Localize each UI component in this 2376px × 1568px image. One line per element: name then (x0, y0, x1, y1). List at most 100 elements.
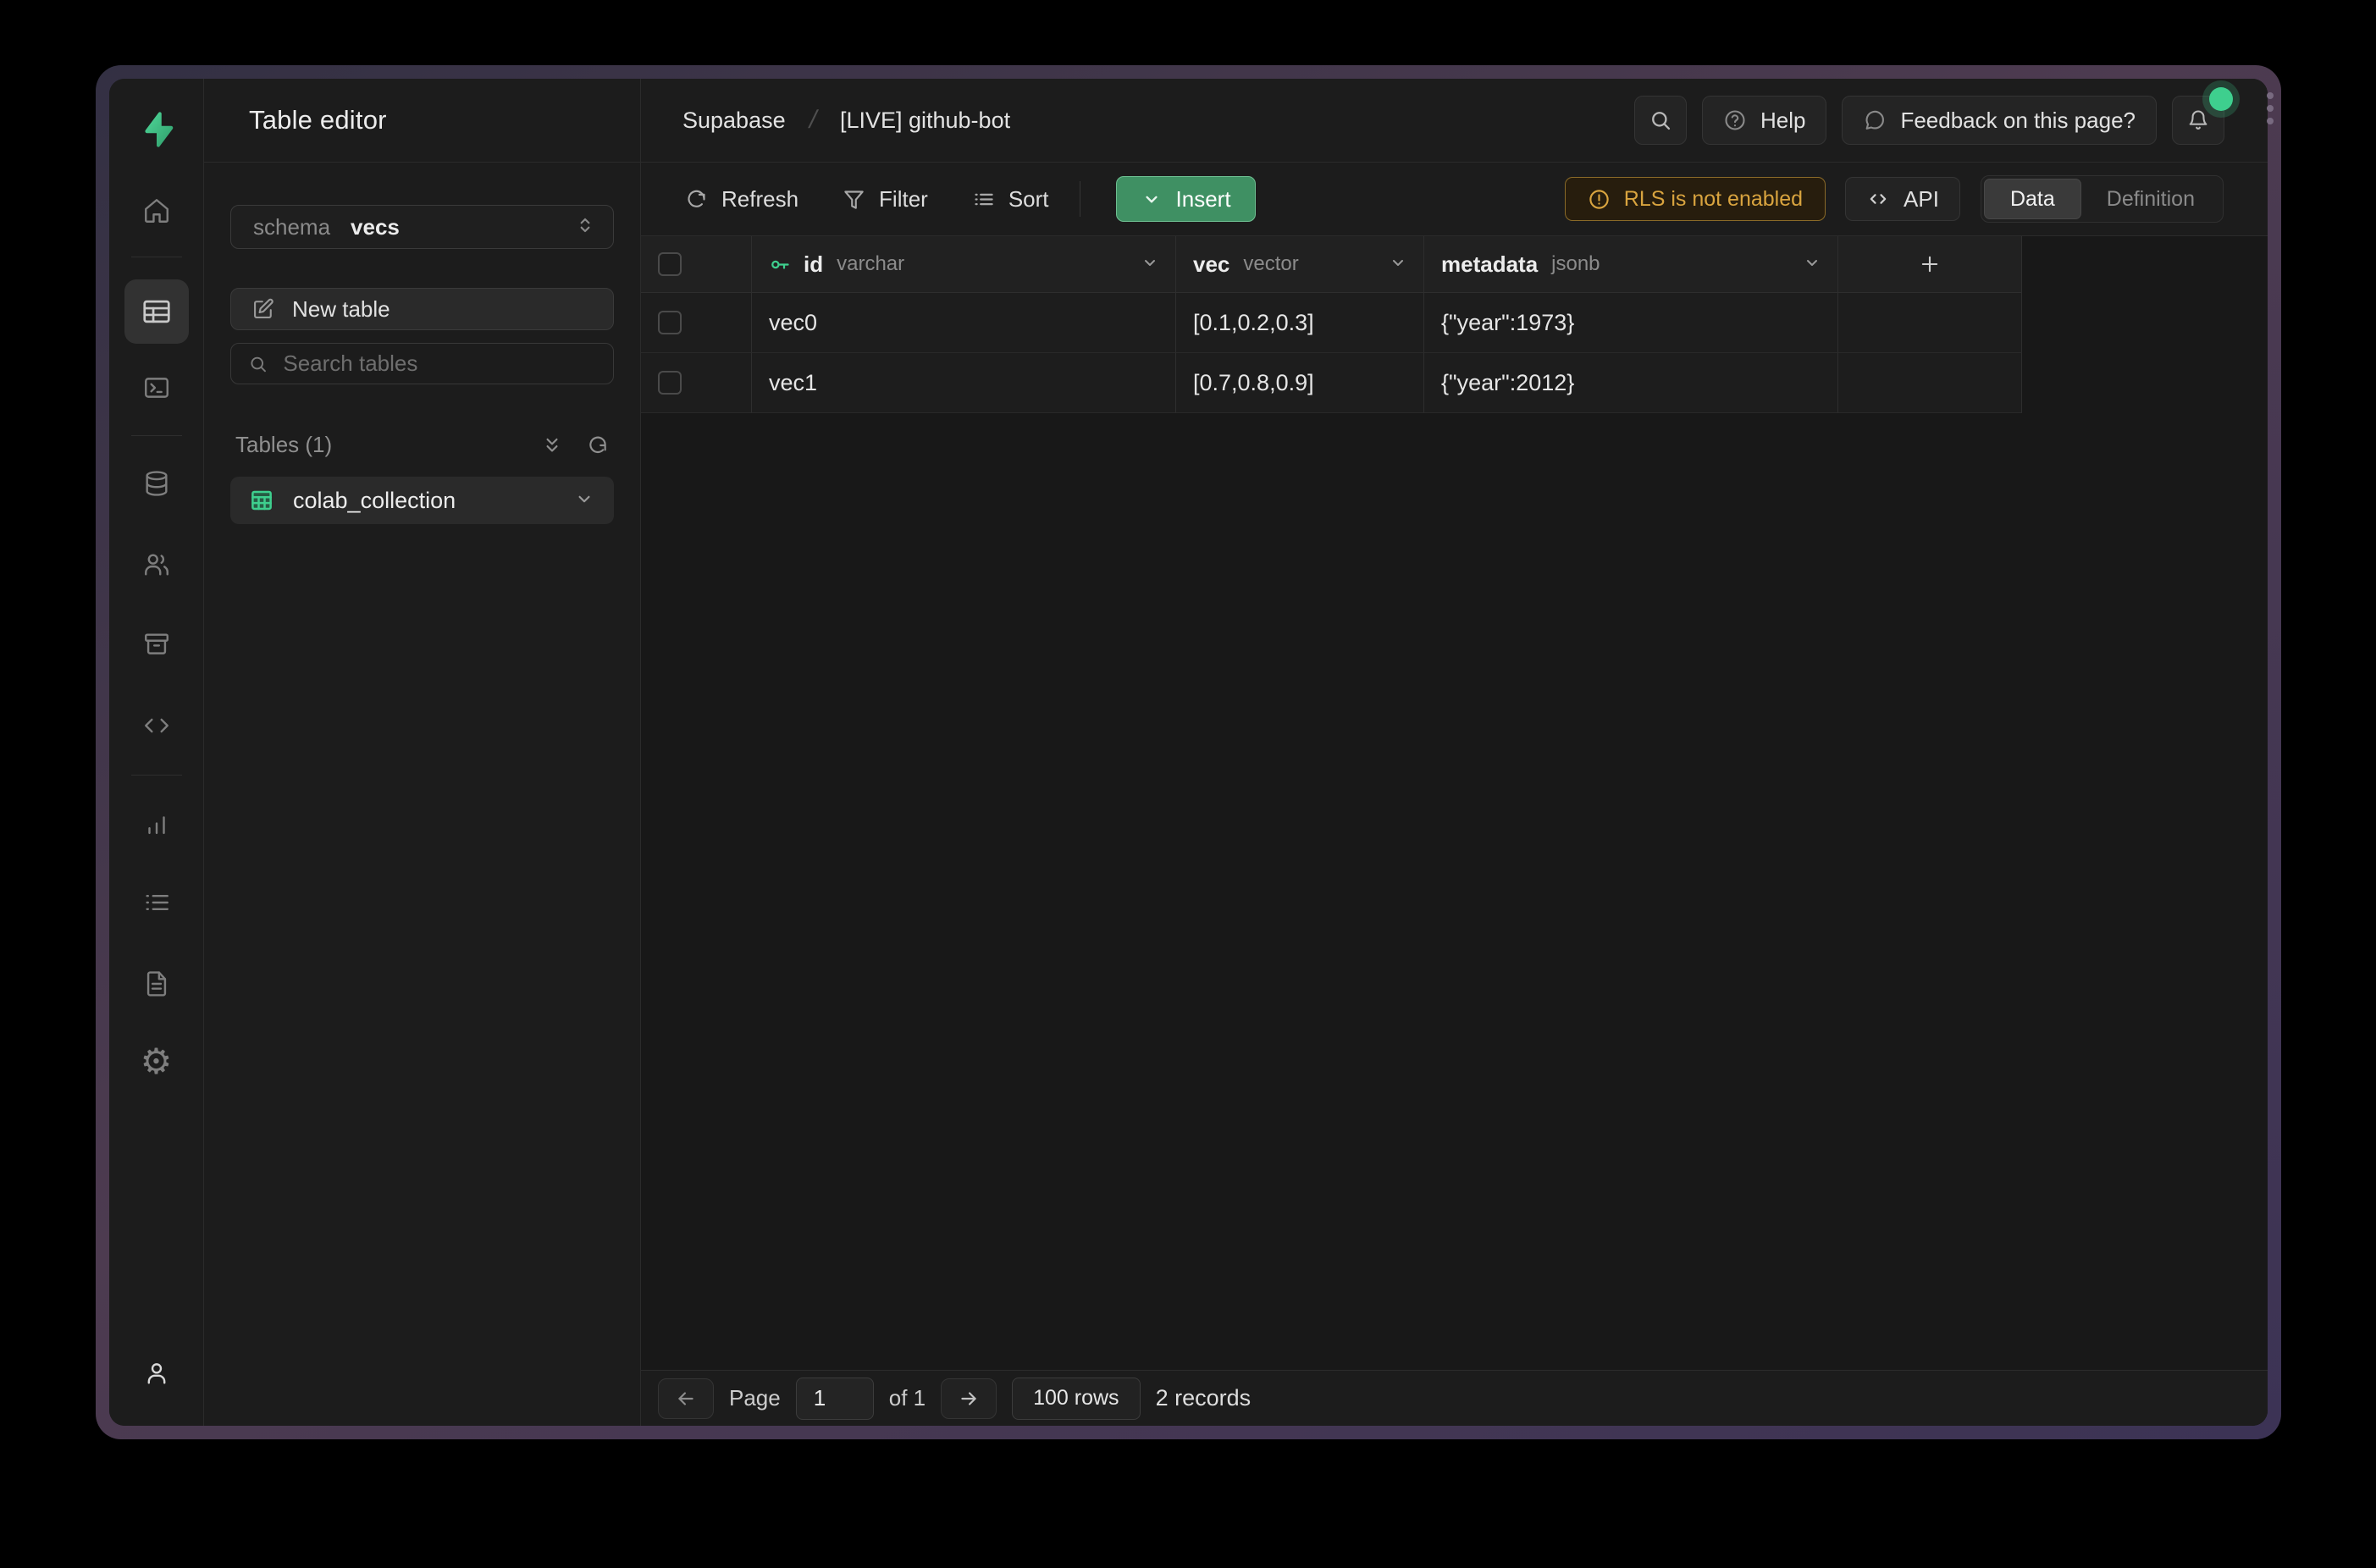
refresh-icon (685, 188, 708, 211)
cell-metadata[interactable]: {"year":2012} (1441, 370, 1574, 396)
sidebar-item-reports[interactable] (133, 801, 180, 848)
schema-select[interactable]: schema vecs (230, 205, 614, 249)
column-name: id (804, 251, 823, 278)
alert-circle-icon (1588, 188, 1611, 211)
chevron-down-icon[interactable] (1388, 252, 1408, 277)
cell-metadata[interactable]: {"year":1973} (1441, 310, 1574, 336)
sidebar-item-sql-editor[interactable] (133, 364, 180, 411)
sort-list-icon (972, 188, 995, 211)
column-type: jsonb (1551, 252, 1600, 276)
feedback-label: Feedback on this page? (1900, 108, 2136, 134)
sidebar-item-database[interactable] (133, 460, 180, 507)
tab-data[interactable]: Data (1984, 179, 2081, 219)
sidebar-item-api-docs[interactable] (133, 960, 180, 1008)
row-checkbox[interactable] (658, 371, 682, 395)
pagination-footer: Page of 1 100 rows 2 records (641, 1370, 2268, 1426)
home-icon (142, 196, 171, 225)
column-header-id[interactable]: id varchar (752, 236, 1176, 293)
prev-page-button[interactable] (658, 1378, 714, 1419)
column-type: varchar (837, 252, 904, 276)
table-name: colab_collection (293, 488, 456, 514)
cell-vec[interactable]: [0.1,0.2,0.3] (1193, 310, 1314, 336)
sidebar-item-home[interactable] (133, 187, 180, 235)
database-icon (142, 469, 171, 498)
refresh-button[interactable]: Refresh (685, 176, 821, 222)
chevron-down-icon[interactable] (1140, 252, 1160, 277)
top-header: Supabase / [LIVE] github-bot Help Feedba… (641, 79, 2268, 163)
insert-button[interactable]: Insert (1116, 176, 1256, 222)
rls-warning-badge[interactable]: RLS is not enabled (1565, 177, 1826, 221)
schema-select-value: vecs (351, 214, 400, 240)
view-mode-tabs: Data Definition (1981, 175, 2224, 223)
column-header-metadata[interactable]: metadata jsonb (1424, 236, 1838, 293)
chevron-down-icon[interactable] (1802, 252, 1822, 277)
breadcrumb-project[interactable]: [LIVE] github-bot (840, 108, 1010, 134)
notification-badge (2209, 87, 2233, 111)
api-button[interactable]: API (1845, 177, 1960, 221)
schema-select-label: schema (253, 214, 330, 240)
collapse-all-icon[interactable] (541, 434, 563, 456)
table-icon (249, 488, 274, 513)
help-circle-icon (1723, 108, 1747, 132)
page-title: Table editor (249, 105, 387, 135)
next-page-button[interactable] (941, 1378, 997, 1419)
record-count: 2 records (1156, 1385, 1252, 1411)
select-all-checkbox[interactable] (658, 252, 682, 276)
filter-button[interactable]: Filter (821, 176, 950, 222)
breadcrumb-org[interactable]: Supabase (682, 108, 786, 134)
bell-icon (2186, 108, 2210, 132)
page-number-input[interactable] (796, 1378, 874, 1420)
search-icon (248, 353, 268, 375)
sidebar-item-logs[interactable] (133, 879, 180, 926)
cell-vec[interactable]: [0.7,0.8,0.9] (1193, 370, 1314, 396)
sort-button[interactable]: Sort (950, 176, 1071, 222)
feedback-button[interactable]: Feedback on this page? (1842, 96, 2157, 145)
refresh-tables-icon[interactable] (587, 434, 609, 456)
sidebar-item-table-editor[interactable] (124, 279, 189, 344)
search-tables-field (230, 343, 614, 384)
supabase-app: ⚙ Table editor schema vecs (109, 79, 2268, 1426)
archive-icon (142, 630, 171, 659)
search-icon (1649, 108, 1672, 132)
sidebar-item-storage[interactable] (133, 621, 180, 668)
add-column-button[interactable] (1838, 236, 2022, 293)
help-button[interactable]: Help (1702, 96, 1826, 145)
chat-bubble-icon (1863, 108, 1887, 132)
search-button[interactable] (1634, 96, 1687, 145)
sidebar-item-edge-functions[interactable] (133, 702, 180, 749)
chevrons-up-down-icon (574, 214, 596, 240)
icon-rail: ⚙ (109, 79, 204, 1426)
divider (131, 435, 182, 436)
rows-per-page-button[interactable]: 100 rows (1012, 1378, 1140, 1420)
chevron-down-icon[interactable] (573, 488, 595, 514)
sidebar-header: Table editor (204, 79, 640, 163)
plus-icon (1918, 252, 1942, 276)
edit-icon (251, 297, 275, 321)
supabase-bolt-icon (137, 109, 176, 150)
page-total-label: of 1 (889, 1385, 926, 1411)
sidebar-item-settings[interactable]: ⚙ (133, 1038, 180, 1085)
gear-icon: ⚙ (141, 1044, 173, 1079)
rls-warning-label: RLS is not enabled (1624, 187, 1803, 212)
window-drag-handle[interactable] (2267, 92, 2274, 124)
sort-label: Sort (1008, 186, 1049, 213)
data-grid-area: id varchar vec vector metadata jsonb (641, 236, 2268, 1370)
page-label: Page (729, 1385, 781, 1411)
row-checkbox[interactable] (658, 311, 682, 334)
table-editor-icon (141, 295, 173, 328)
tab-definition[interactable]: Definition (2081, 179, 2220, 219)
table-row[interactable]: vec0 [0.1,0.2,0.3] {"year":1973} (641, 293, 2022, 353)
new-table-label: New table (292, 296, 390, 323)
new-table-button[interactable]: New table (230, 288, 614, 330)
cell-id[interactable]: vec1 (769, 370, 817, 396)
sidebar-item-colab-collection[interactable]: colab_collection (230, 477, 614, 524)
search-tables-input[interactable] (283, 351, 596, 377)
sidebar-item-auth[interactable] (133, 541, 180, 588)
account-avatar[interactable] (133, 1350, 180, 1397)
table-row[interactable]: vec1 [0.7,0.8,0.9] {"year":2012} (641, 353, 2022, 413)
supabase-logo[interactable] (137, 109, 176, 150)
column-name: metadata (1441, 251, 1538, 278)
filter-funnel-icon (843, 188, 865, 211)
cell-id[interactable]: vec0 (769, 310, 817, 336)
column-header-vec[interactable]: vec vector (1176, 236, 1424, 293)
